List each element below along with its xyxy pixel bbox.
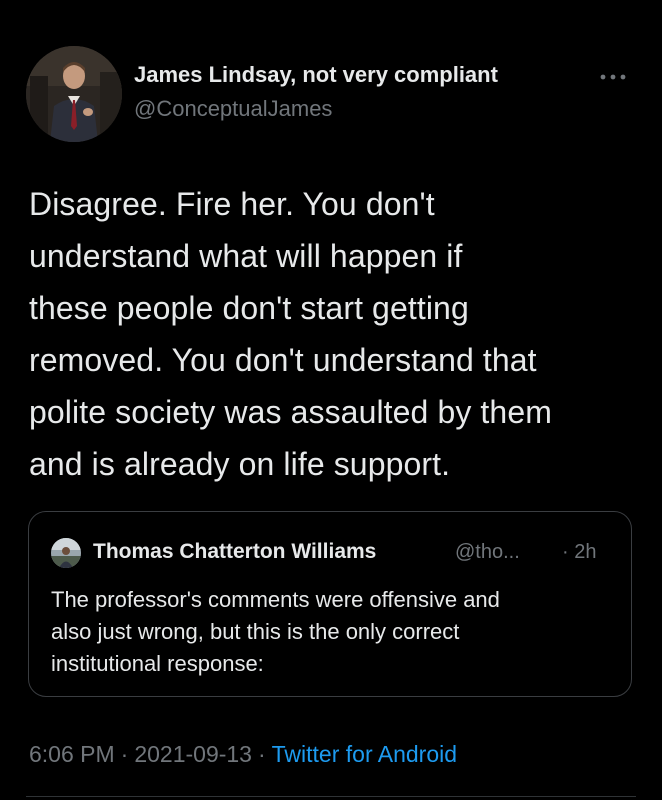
tweet-meta: 6:06 PM · 2021-09-13 · Twitter for Android: [29, 741, 457, 768]
tweet-date[interactable]: 2021-09-13: [134, 741, 252, 767]
quoted-timestamp: · 2h: [562, 541, 597, 563]
tweet-text: Disagree. Fire her. You don't understand…: [29, 178, 649, 490]
quoted-author-avatar: [51, 538, 81, 568]
author-handle[interactable]: @ConceptualJames: [134, 96, 332, 122]
author-name[interactable]: James Lindsay, not very compliant: [134, 62, 498, 88]
tweet-text-line: understand what will happen if: [29, 238, 463, 274]
author-avatar[interactable]: [26, 46, 122, 142]
tweet-text-line: these people don't start getting: [29, 290, 469, 326]
tweet-source-link[interactable]: Twitter for Android: [272, 741, 457, 767]
tweet-text-line: Disagree. Fire her. You don't: [29, 186, 435, 222]
quoted-text-line: The professor's comments were offensive …: [51, 587, 500, 612]
quoted-profile-photo-icon: [51, 538, 81, 568]
profile-photo-icon: [26, 46, 122, 142]
meta-separator: ·: [120, 741, 129, 767]
divider: [26, 796, 636, 797]
ellipsis-icon[interactable]: [598, 70, 628, 84]
quoted-tweet-text: The professor's comments were offensive …: [51, 584, 621, 680]
tweet-text-line: and is already on life support.: [29, 446, 451, 482]
tweet-detail: James Lindsay, not very compliant @Conce…: [0, 0, 662, 800]
tweet-text-line: removed. You don't understand that: [29, 342, 537, 378]
quoted-tweet-card[interactable]: Thomas Chatterton Williams @tho... · 2h …: [28, 511, 632, 697]
tweet-time[interactable]: 6:06 PM: [29, 741, 115, 767]
quoted-text-line: institutional response:: [51, 651, 264, 676]
quoted-author-name: Thomas Chatterton Williams: [93, 540, 377, 563]
meta-separator: ·: [257, 741, 266, 767]
tweet-text-line: polite society was assaulted by them: [29, 394, 552, 430]
quoted-text-line: also just wrong, but this is the only co…: [51, 619, 460, 644]
quoted-author-handle: @tho...: [455, 541, 520, 563]
